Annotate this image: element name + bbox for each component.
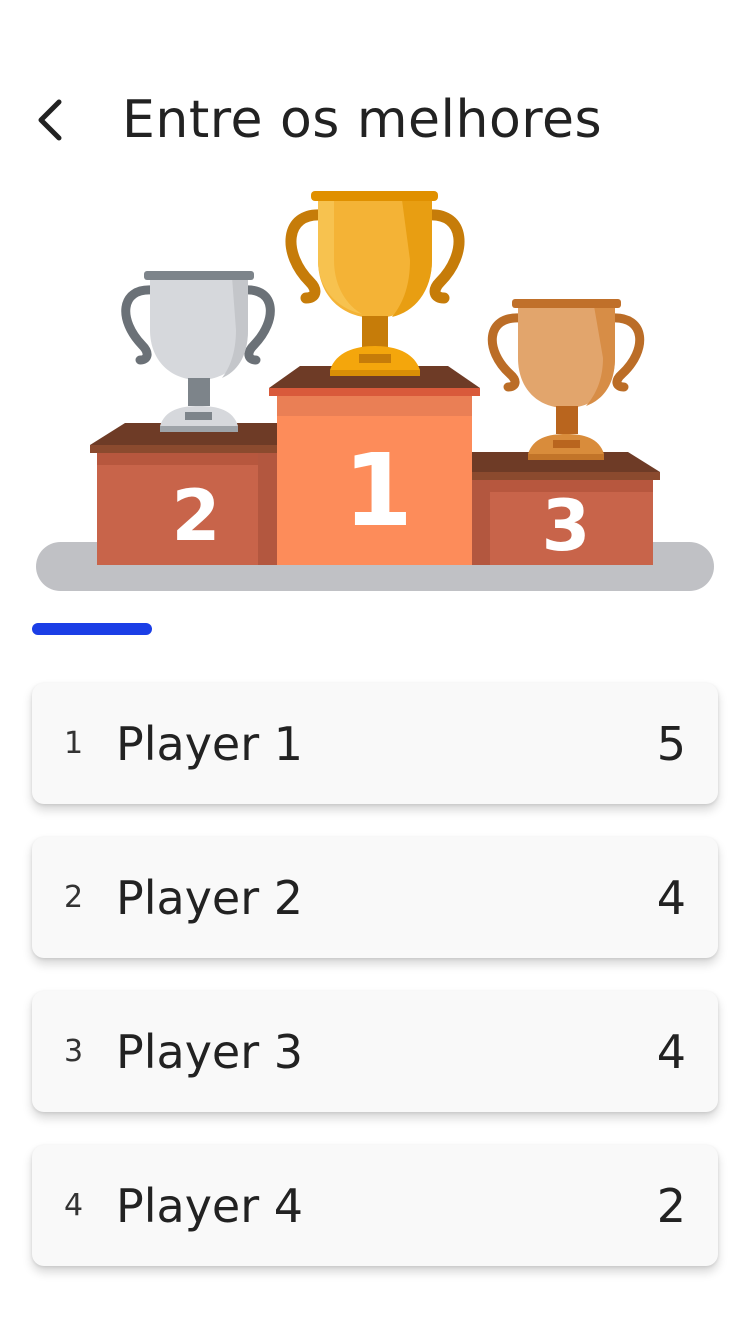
player-score: 2	[656, 1178, 686, 1233]
app-header: Entre os melhores	[0, 70, 750, 170]
bronze-trophy-icon	[487, 299, 645, 460]
gold-trophy-icon	[285, 191, 465, 376]
podium-place-1: 1	[343, 432, 413, 549]
player-name: Player 1	[116, 716, 304, 771]
player-score: 5	[656, 716, 686, 771]
player-score: 4	[656, 1024, 686, 1079]
page-title: Entre os melhores	[122, 90, 603, 150]
silver-trophy-icon	[121, 271, 275, 432]
player-name: Player 3	[116, 1024, 304, 1079]
chevron-left-icon	[38, 99, 62, 141]
ranking-item[interactable]: 4 Player 4 2	[32, 1145, 718, 1266]
ranking-item[interactable]: 1 Player 1 5	[32, 683, 718, 804]
tab-indicator	[32, 623, 152, 635]
rank-position: 2	[64, 880, 84, 915]
rank-position: 4	[64, 1188, 84, 1223]
podium-place-3: 3	[542, 485, 591, 567]
rank-position: 3	[64, 1034, 84, 1069]
player-name: Player 2	[116, 870, 304, 925]
player-name: Player 4	[116, 1178, 304, 1233]
rank-position: 1	[64, 726, 84, 761]
back-button[interactable]	[22, 88, 78, 152]
ranking-item[interactable]: 2 Player 2 4	[32, 837, 718, 958]
podium-illustration: 1 2 3	[36, 191, 714, 591]
ranking-item[interactable]: 3 Player 3 4	[32, 991, 718, 1112]
player-score: 4	[656, 870, 686, 925]
ranking-list: 1 Player 1 5 2 Player 2 4 3 Player 3 4 4…	[32, 683, 718, 1299]
podium-place-2: 2	[172, 475, 221, 557]
